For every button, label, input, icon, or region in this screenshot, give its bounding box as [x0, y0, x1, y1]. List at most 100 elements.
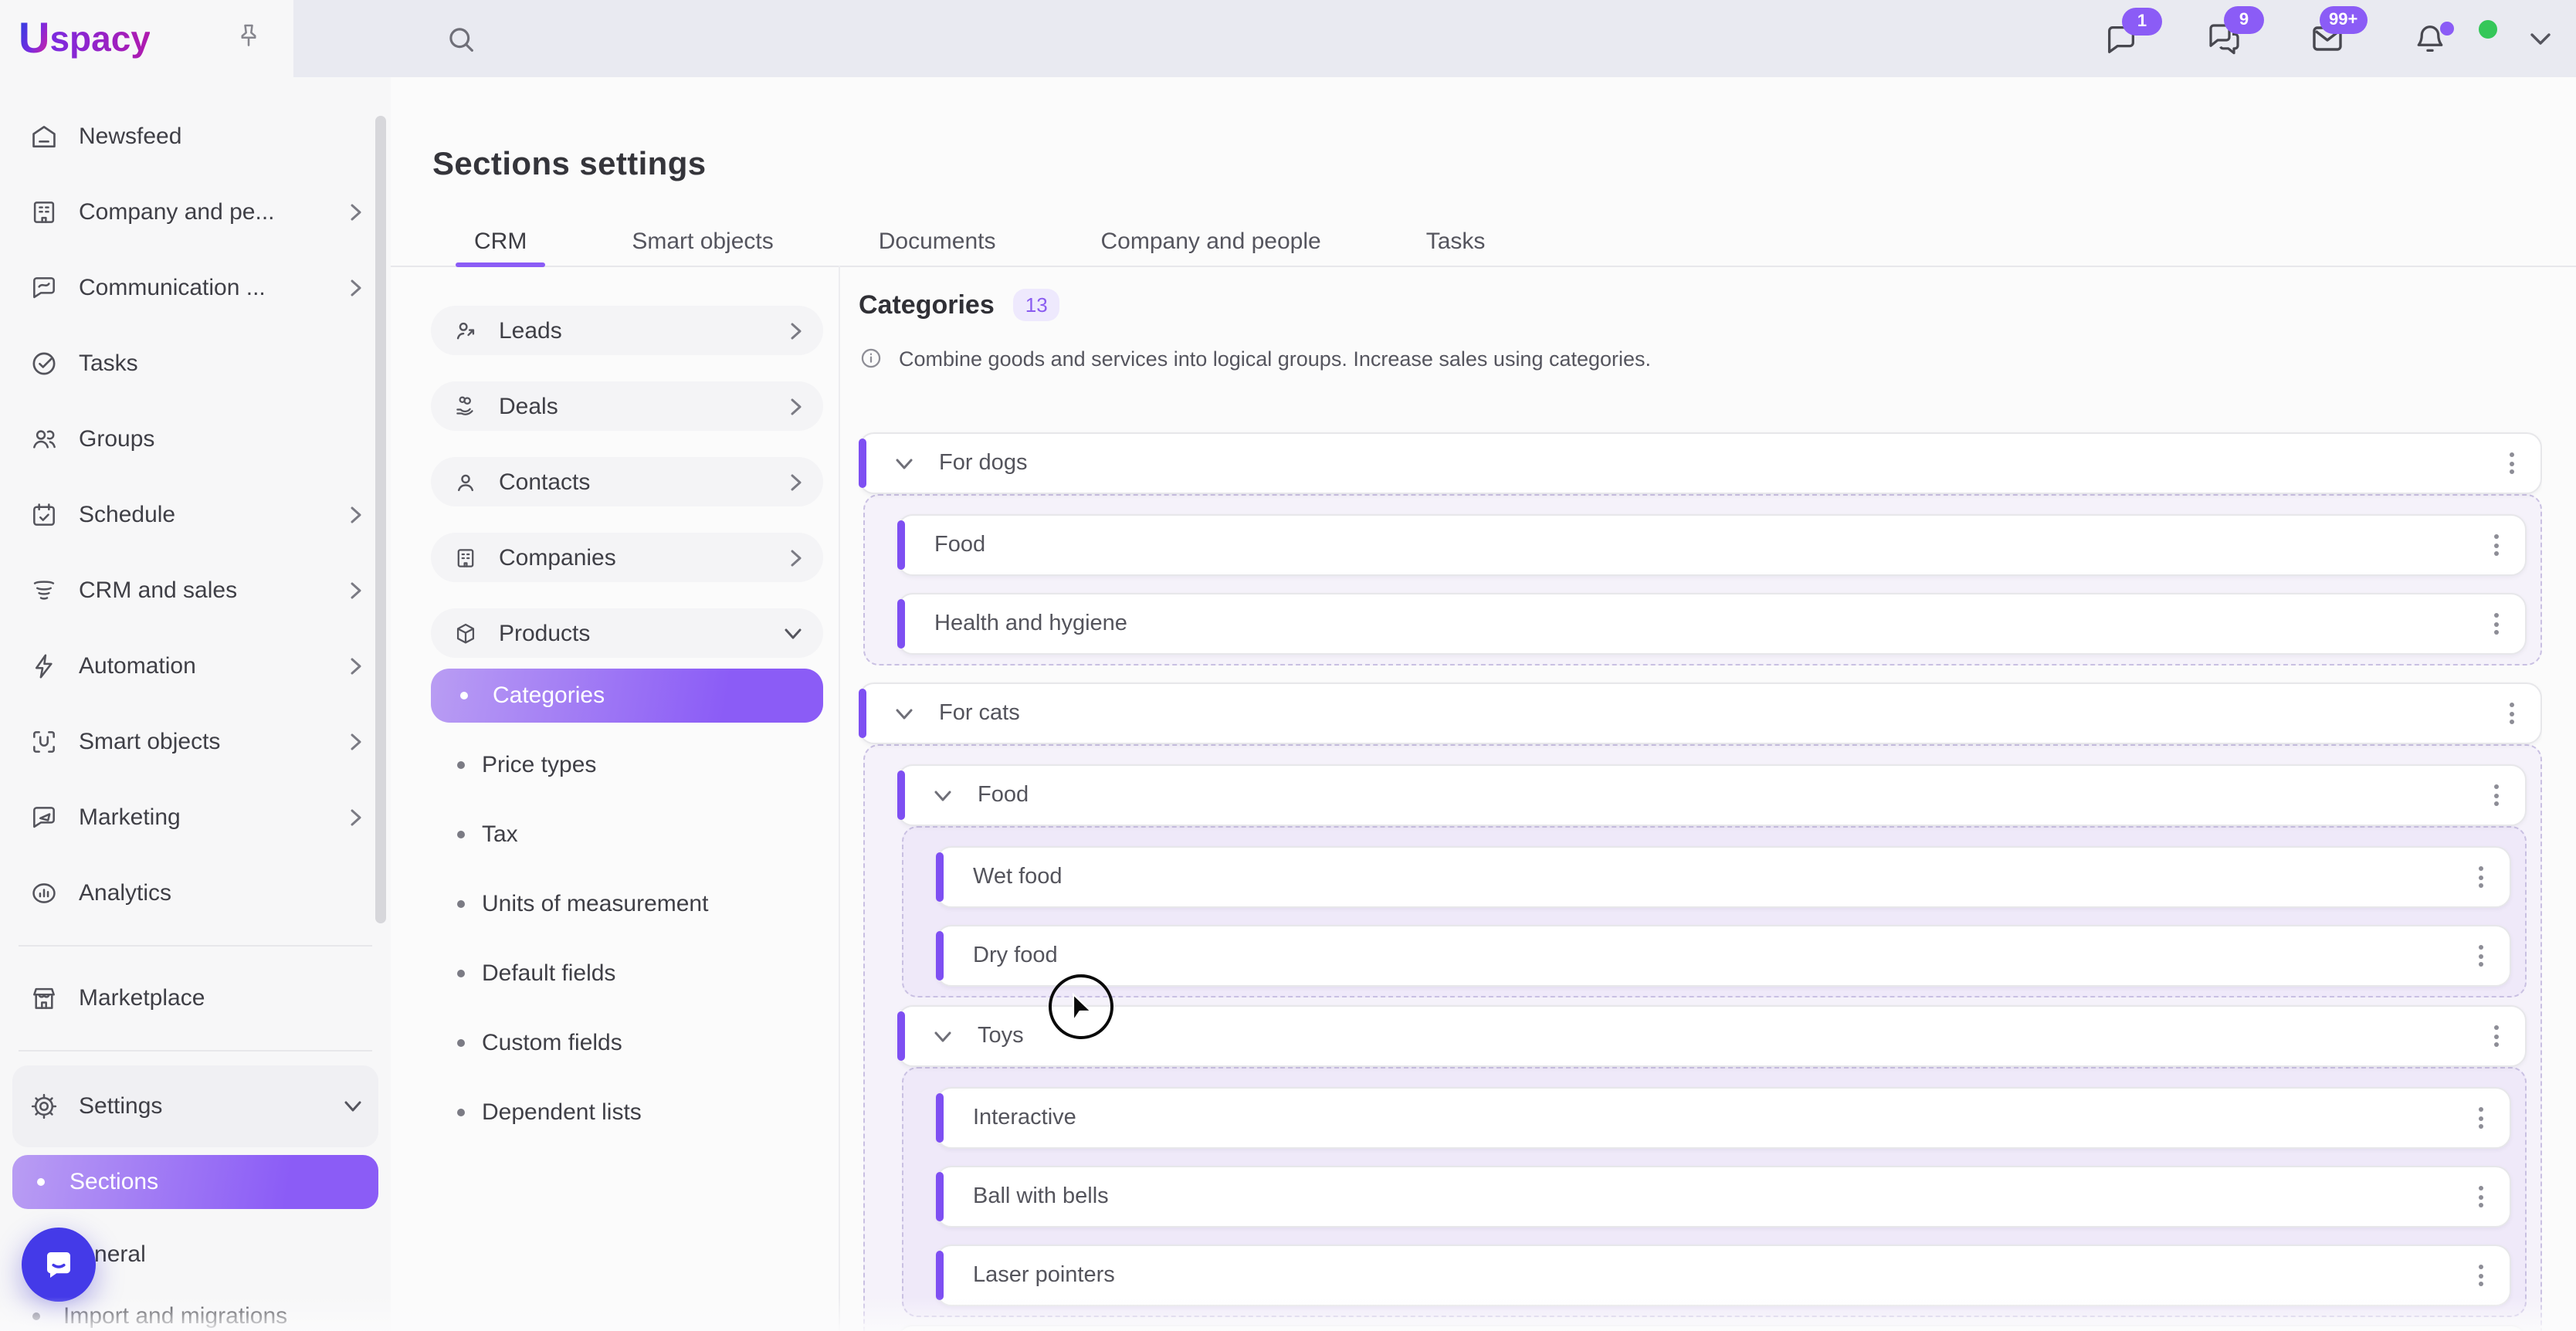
sidebar-item-automation[interactable]: Automation — [12, 628, 378, 704]
chevron-down-icon[interactable] — [934, 1031, 951, 1041]
nav-item-categories[interactable]: Categories — [431, 669, 823, 723]
category-row-ball-with-bells[interactable]: Ball with bells — [936, 1166, 2511, 1228]
chat-launcher-button[interactable] — [22, 1228, 96, 1302]
sidebar-item-crm-and-sales[interactable]: CRM and sales — [12, 553, 378, 628]
sidebar-item-marketplace[interactable]: Marketplace — [12, 960, 378, 1036]
tab-company-and-people[interactable]: Company and people — [1080, 221, 1343, 266]
sidebar-item-communication[interactable]: Communication ... — [12, 250, 378, 326]
sidebar-item-newsfeed[interactable]: Newsfeed — [12, 99, 378, 174]
kebab-menu-button[interactable] — [2473, 860, 2490, 894]
bell-icon-button[interactable] — [2412, 21, 2448, 56]
kebab-menu-button[interactable] — [2473, 1258, 2490, 1292]
nav-item-label: Units of measurement — [482, 891, 708, 917]
category-row-health-and-hygiene[interactable]: Health and hygiene — [897, 593, 2527, 655]
tab-crm[interactable]: CRM — [452, 221, 548, 266]
tab-smart-objects[interactable]: Smart objects — [610, 221, 795, 266]
check-circle-icon — [29, 349, 59, 378]
nav-item-price-types[interactable]: Price types — [431, 730, 823, 800]
category-row-food-cats[interactable]: Food — [897, 764, 2527, 826]
sidebar-item-sections[interactable]: Sections — [12, 1155, 378, 1209]
bullet-dot — [457, 1109, 465, 1116]
tab-documents[interactable]: Documents — [857, 221, 1018, 266]
kebab-menu-button[interactable] — [2473, 939, 2490, 973]
category-tree: For dogs Food Health and hygiene — [859, 432, 2542, 1331]
building-icon — [29, 198, 59, 227]
kebab-menu-button[interactable] — [2488, 607, 2505, 641]
category-label: Ball with bells — [973, 1184, 1109, 1209]
nav-item-dependent-lists[interactable]: Dependent lists — [431, 1078, 823, 1147]
category-group-for-dogs: For dogs Food Health and hygiene — [859, 432, 2542, 666]
nav-item-units-of-measurement[interactable]: Units of measurement — [431, 869, 823, 939]
kebab-menu-button[interactable] — [2503, 696, 2520, 730]
kebab-menu-button[interactable] — [2473, 1101, 2490, 1135]
mail-icon-button[interactable]: 99+ — [2309, 20, 2346, 57]
sidebar-item-groups[interactable]: Groups — [12, 401, 378, 477]
category-row-for-dogs[interactable]: For dogs — [859, 432, 2542, 494]
nav-item-custom-fields[interactable]: Custom fields — [431, 1008, 823, 1078]
category-row-hygiene[interactable]: Hygiene — [897, 1325, 2527, 1331]
chat-icon-button[interactable]: 1 — [2103, 21, 2139, 56]
category-label: Wet food — [973, 865, 1063, 889]
group-chat-icon-button[interactable]: 9 — [2205, 20, 2242, 57]
sidebar-item-schedule[interactable]: Schedule — [12, 477, 378, 553]
sidebar-item-settings[interactable]: Settings — [12, 1069, 378, 1144]
chevron-down-icon[interactable] — [896, 708, 913, 719]
sidebar-item-marketing[interactable]: Marketing — [12, 780, 378, 855]
company-icon — [452, 544, 479, 571]
nav-item-label: Leads — [499, 317, 562, 344]
category-row-wet-food[interactable]: Wet food — [936, 846, 2511, 908]
panel-divider — [839, 266, 840, 1331]
category-group-toys: Toys Interactive — [897, 1005, 2527, 1317]
top-icon-cluster: 1 9 99+ — [2103, 0, 2551, 77]
nav-item-label: Categories — [493, 682, 605, 709]
sidebar-item-smart-objects[interactable]: Smart objects — [12, 704, 378, 780]
profile-chevron-down-icon[interactable] — [2530, 32, 2551, 46]
sidebar-item-company-and-people[interactable]: Company and pe... — [12, 174, 378, 250]
kebab-menu-button[interactable] — [2488, 778, 2505, 812]
kebab-menu-button[interactable] — [2488, 528, 2505, 562]
sidebar-item-label: Marketing — [79, 804, 181, 831]
categories-info: Combine goods and services into logical … — [859, 346, 2542, 371]
kebab-menu-button[interactable] — [2473, 1180, 2490, 1214]
chevron-down-icon[interactable] — [896, 458, 913, 469]
nav-item-label: Deals — [499, 393, 558, 419]
bullet-dot — [460, 692, 468, 699]
sidebar-scrollbar[interactable] — [375, 116, 386, 923]
search-icon[interactable] — [445, 23, 477, 56]
nav-item-leads[interactable]: Leads — [431, 306, 823, 355]
nav-item-contacts[interactable]: Contacts — [431, 457, 823, 506]
chevron-right-icon — [351, 506, 361, 523]
nav-item-label: Contacts — [499, 469, 590, 495]
nav-item-deals[interactable]: Deals — [431, 381, 823, 431]
kebab-menu-button[interactable] — [2503, 446, 2520, 480]
category-label: For cats — [939, 701, 1020, 726]
category-row-food[interactable]: Food — [897, 514, 2527, 576]
sidebar-item-tasks[interactable]: Tasks — [12, 326, 378, 401]
info-icon — [859, 346, 883, 371]
chevron-right-icon — [351, 809, 361, 826]
nav-item-products[interactable]: Products — [431, 608, 823, 658]
chevron-right-icon — [351, 204, 361, 221]
nav-item-tax[interactable]: Tax — [431, 800, 823, 869]
chevron-right-icon — [791, 322, 802, 339]
kebab-menu-button[interactable] — [2488, 1019, 2505, 1053]
pin-icon[interactable] — [235, 22, 263, 52]
nav-item-default-fields[interactable]: Default fields — [431, 939, 823, 1008]
uspacy-logo[interactable]: U spacy — [19, 17, 151, 60]
bullet-dot — [457, 761, 465, 769]
sidebar-item-label: Company and pe... — [79, 199, 275, 225]
category-row-toys[interactable]: Toys — [897, 1005, 2527, 1067]
chevron-down-icon[interactable] — [934, 790, 951, 801]
nav-item-companies[interactable]: Companies — [431, 533, 823, 582]
category-row-dry-food[interactable]: Dry food — [936, 925, 2511, 987]
drag-accent — [897, 599, 905, 649]
sidebar-item-analytics[interactable]: Analytics — [12, 855, 378, 931]
category-label: Food — [978, 783, 1029, 808]
tab-tasks[interactable]: Tasks — [1405, 221, 1507, 266]
category-row-for-cats[interactable]: For cats — [859, 682, 2542, 744]
app-root: 1 9 99+ U — [0, 0, 2576, 1331]
category-label: Toys — [978, 1024, 1024, 1048]
category-row-laser-pointers[interactable]: Laser pointers — [936, 1245, 2511, 1306]
category-row-interactive[interactable]: Interactive — [936, 1087, 2511, 1149]
page-title: Sections settings — [432, 147, 707, 184]
